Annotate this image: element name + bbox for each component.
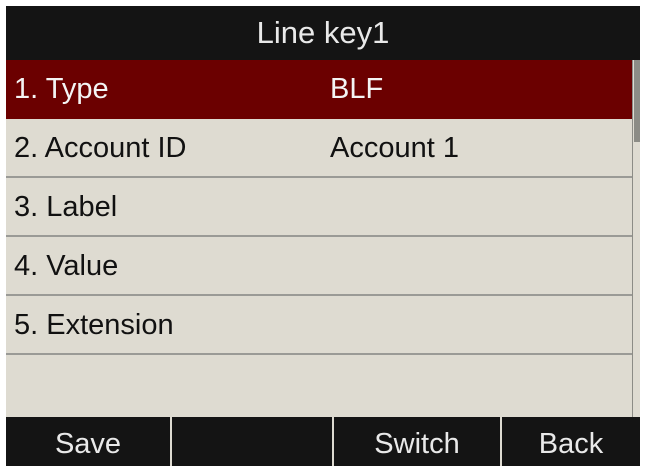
setting-label-value: 4. Value [14, 250, 119, 282]
setting-label-extension: 5. Extension [14, 309, 174, 341]
setting-row-empty [6, 355, 632, 414]
setting-row-label[interactable]: 3. Label [6, 178, 632, 237]
back-softkey[interactable]: Back [502, 417, 640, 466]
blank-softkey[interactable] [172, 417, 334, 466]
save-softkey[interactable]: Save [6, 417, 172, 466]
page-title: Line key1 [6, 6, 640, 60]
setting-label-label: 3. Label [14, 191, 118, 223]
line-key-settings-list: 1. Type BLF 2. Account ID Account 1 3. L… [6, 60, 632, 417]
list-scrollbar[interactable] [632, 60, 640, 417]
phone-screen: Line key1 1. Type BLF 2. Account ID Acco… [6, 6, 640, 466]
setting-label-type: 1. Type [14, 73, 109, 105]
setting-row-value[interactable]: 4. Value [6, 237, 632, 296]
switch-softkey[interactable]: Switch [334, 417, 502, 466]
setting-value-type: BLF [330, 73, 384, 105]
setting-row-type[interactable]: 1. Type BLF [6, 60, 632, 119]
setting-row-account-id[interactable]: 2. Account ID Account 1 [6, 119, 632, 178]
setting-label-account-id: 2. Account ID [14, 132, 187, 164]
softkey-bar: Save Switch Back [6, 417, 640, 466]
setting-value-account-id: Account 1 [330, 132, 459, 164]
setting-row-extension[interactable]: 5. Extension [6, 296, 632, 355]
scrollbar-thumb[interactable] [634, 60, 640, 142]
